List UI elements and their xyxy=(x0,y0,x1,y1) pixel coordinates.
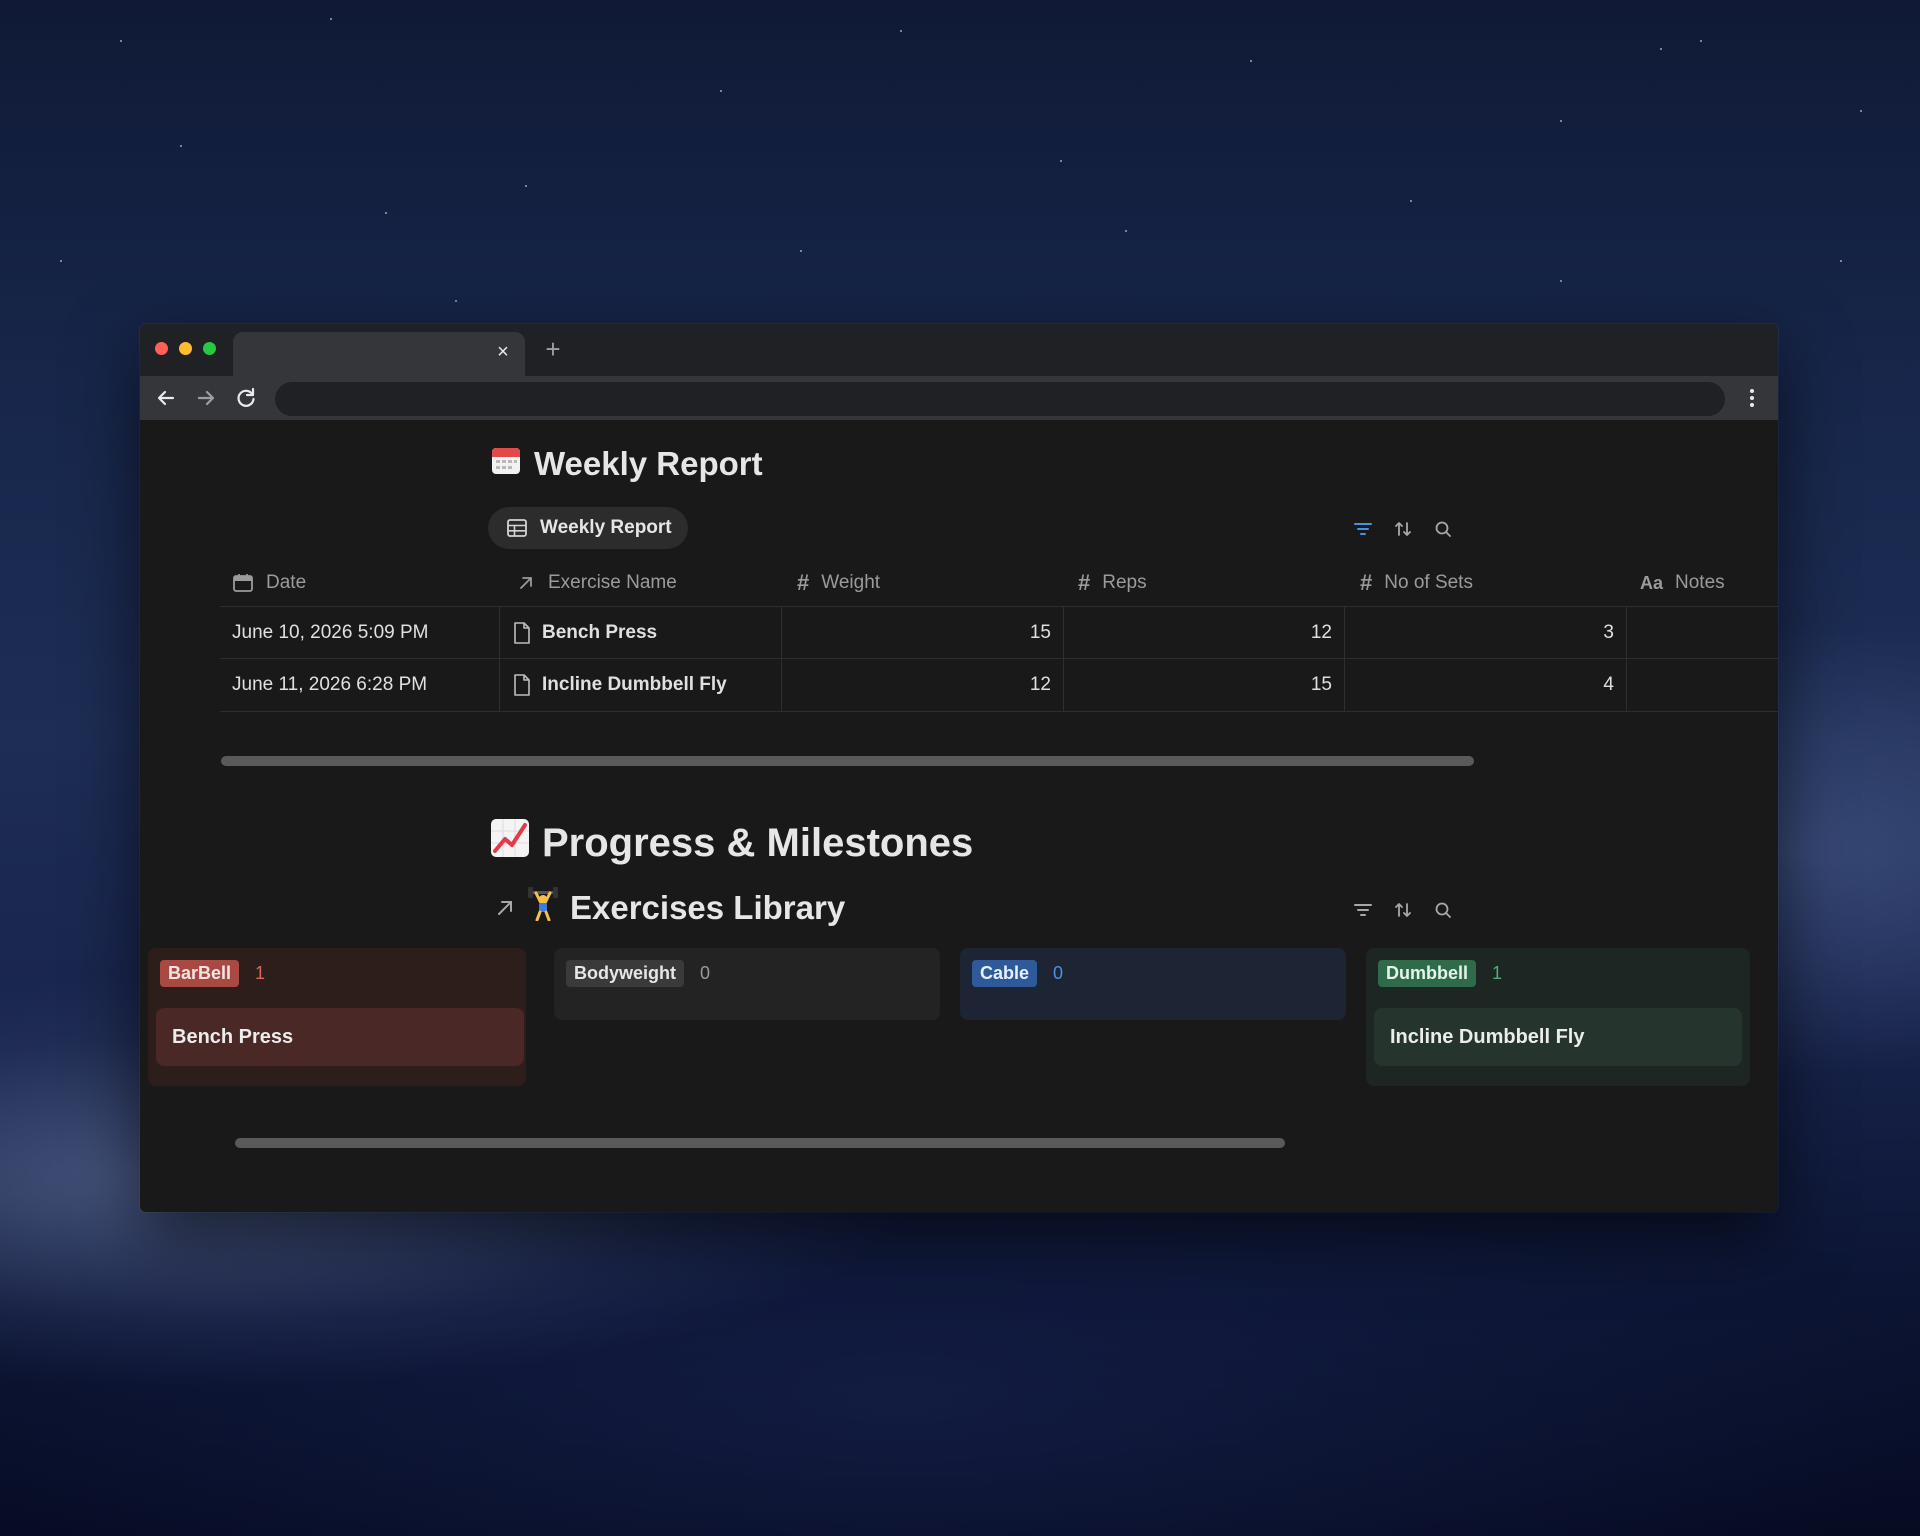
kebab-menu-icon[interactable] xyxy=(1738,384,1766,412)
group-count: 0 xyxy=(1053,963,1064,983)
calendar-emoji-icon xyxy=(490,444,522,484)
reps-cell[interactable]: 12 xyxy=(1064,607,1345,659)
board-horizontal-scrollbar[interactable] xyxy=(235,1138,1285,1148)
filter-icon[interactable] xyxy=(1352,518,1374,540)
board-toolbar xyxy=(1352,899,1454,921)
group-header[interactable]: Bodyweight 0 xyxy=(566,960,710,987)
reload-icon[interactable] xyxy=(232,384,260,412)
view-tab-label: Weekly Report xyxy=(540,517,672,538)
browser-titlebar: × + xyxy=(140,324,1778,376)
date-cell[interactable]: June 10, 2026 5:09 PM xyxy=(220,607,500,659)
progress-heading: Progress & Milestones xyxy=(490,818,973,868)
close-window-button[interactable] xyxy=(155,342,168,355)
number-icon: # xyxy=(1360,570,1373,595)
board-group-cable: Cable 0 xyxy=(960,948,1346,1020)
group-count: 1 xyxy=(1492,963,1503,983)
table-row[interactable]: June 11, 2026 6:28 PM Incline Dumbbell F… xyxy=(220,658,1778,712)
text-icon: Aa xyxy=(1640,572,1664,593)
search-icon[interactable] xyxy=(1432,518,1454,540)
new-tab-button[interactable]: + xyxy=(538,334,568,364)
weightlifter-emoji-icon xyxy=(528,887,558,929)
relation-arrow-icon xyxy=(520,577,532,589)
notes-cell[interactable] xyxy=(1627,607,1778,659)
column-header-notes[interactable]: Aa Notes xyxy=(1640,572,1725,594)
filter-icon[interactable] xyxy=(1352,899,1374,921)
board-group-dumbbell: Dumbbell 1 Incline Dumbbell Fly xyxy=(1366,948,1750,1086)
database-title: Exercises Library xyxy=(570,889,846,926)
table-horizontal-scrollbar[interactable] xyxy=(221,756,1474,766)
tab-close-icon[interactable]: × xyxy=(491,340,515,364)
column-header-exercise-name[interactable]: Exercise Name xyxy=(516,572,677,594)
table-icon xyxy=(507,519,527,537)
page-content: Weekly Report Weekly Report Date Exercis… xyxy=(140,420,1778,1212)
group-count: 0 xyxy=(700,963,711,983)
forward-arrow-icon[interactable] xyxy=(192,384,220,412)
sets-cell[interactable]: 4 xyxy=(1345,659,1627,711)
table-header: Date Exercise Name # Weight # Reps # No … xyxy=(220,560,1778,606)
chart-increasing-emoji-icon xyxy=(490,818,530,868)
number-icon: # xyxy=(1078,570,1091,595)
date-cell[interactable]: June 11, 2026 6:28 PM xyxy=(220,659,500,711)
minimize-window-button[interactable] xyxy=(179,342,192,355)
exercises-library-heading[interactable]: Exercises Library xyxy=(494,887,845,929)
sets-cell[interactable]: 3 xyxy=(1345,607,1627,659)
linked-database-arrow-icon xyxy=(498,901,512,915)
column-header-date[interactable]: Date xyxy=(232,572,306,594)
notes-cell[interactable] xyxy=(1627,659,1778,711)
group-header[interactable]: Cable 0 xyxy=(972,960,1063,987)
weight-cell[interactable]: 12 xyxy=(782,659,1064,711)
column-header-reps[interactable]: # Reps xyxy=(1078,570,1147,596)
weekly-report-heading: Weekly Report xyxy=(490,444,763,484)
search-icon[interactable] xyxy=(1432,899,1454,921)
page-title: Weekly Report xyxy=(534,445,763,482)
maximize-window-button[interactable] xyxy=(203,342,216,355)
sort-icon[interactable] xyxy=(1392,899,1414,921)
browser-toolbar xyxy=(140,376,1778,420)
calendar-icon xyxy=(233,574,253,592)
reps-cell[interactable]: 15 xyxy=(1064,659,1345,711)
group-count: 1 xyxy=(255,963,266,983)
section-title: Progress & Milestones xyxy=(542,820,974,865)
weight-cell[interactable]: 15 xyxy=(782,607,1064,659)
group-badge: Dumbbell xyxy=(1378,960,1477,987)
page-icon xyxy=(514,674,530,696)
group-header[interactable]: BarBell 1 xyxy=(160,960,265,987)
exercise-name-cell[interactable]: Bench Press xyxy=(500,607,782,659)
column-header-no-of-sets[interactable]: # No of Sets xyxy=(1360,570,1473,596)
board-card[interactable]: Incline Dumbbell Fly xyxy=(1374,1008,1742,1066)
number-icon: # xyxy=(797,570,810,595)
group-badge: BarBell xyxy=(160,960,240,987)
page-icon xyxy=(514,622,530,644)
group-badge: Cable xyxy=(972,960,1038,987)
address-bar[interactable] xyxy=(275,382,1725,416)
table-view-tab[interactable]: Weekly Report xyxy=(488,507,688,549)
exercise-name-cell[interactable]: Incline Dumbbell Fly xyxy=(500,659,782,711)
sort-icon[interactable] xyxy=(1392,518,1414,540)
group-header[interactable]: Dumbbell 1 xyxy=(1378,960,1502,987)
board-group-barbell: BarBell 1 Bench Press xyxy=(148,948,526,1086)
column-header-weight[interactable]: # Weight xyxy=(797,570,880,596)
browser-window: × + Weekly Report Weekly Report Date Exe… xyxy=(140,324,1778,1212)
back-arrow-icon[interactable] xyxy=(152,384,180,412)
table-row[interactable]: June 10, 2026 5:09 PM Bench Press 15 12 … xyxy=(220,606,1778,659)
group-badge: Bodyweight xyxy=(566,960,684,987)
browser-tab[interactable]: × xyxy=(233,332,525,376)
board-group-bodyweight: Bodyweight 0 xyxy=(554,948,940,1020)
table-toolbar xyxy=(1352,518,1454,540)
board-card[interactable]: Bench Press xyxy=(156,1008,524,1066)
